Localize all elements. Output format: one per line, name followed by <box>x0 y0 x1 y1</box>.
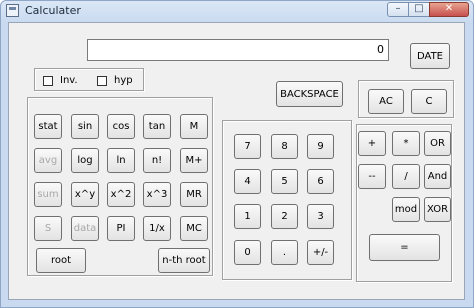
title-bar[interactable]: Calculater – □ ✕ <box>1 1 473 21</box>
stat-button[interactable]: stat <box>34 114 62 139</box>
xor-button[interactable]: XOR <box>424 197 451 222</box>
digit-5-button[interactable]: 5 <box>271 169 298 194</box>
memory-recall-button[interactable]: MR <box>180 182 208 207</box>
all-clear-button[interactable]: AC <box>368 89 404 114</box>
backspace-button[interactable]: BACKSPACE <box>276 81 343 107</box>
log-button[interactable]: log <box>71 148 99 173</box>
clear-button[interactable]: C <box>411 89 447 114</box>
calculator-body: 0 DATE Inv. hyp BACKSPACE AC C stat sin co… <box>8 22 465 300</box>
inv-checkbox-box[interactable] <box>43 75 53 86</box>
hyp-checkbox-label: hyp <box>114 75 133 86</box>
pi-button[interactable]: PI <box>107 216 135 241</box>
digit-4-button[interactable]: 4 <box>234 169 261 194</box>
divide-button[interactable]: / <box>392 164 420 189</box>
close-button[interactable]: ✕ <box>429 2 469 17</box>
maximize-button[interactable]: □ <box>408 2 430 17</box>
calculator-window: Calculater – □ ✕ 0 DATE Inv. hyp BACKSPA… <box>0 0 474 308</box>
mod-button[interactable]: mod <box>392 197 420 222</box>
or-button[interactable]: OR <box>424 131 451 156</box>
digit-2-button[interactable]: 2 <box>271 204 298 229</box>
reciprocal-button[interactable]: 1/x <box>143 216 171 241</box>
digit-7-button[interactable]: 7 <box>234 134 261 159</box>
digit-8-button[interactable]: 8 <box>271 134 298 159</box>
sign-toggle-button[interactable]: +/- <box>307 240 334 265</box>
data-button[interactable]: data <box>71 216 99 241</box>
plus-button[interactable]: + <box>358 131 386 156</box>
ln-button[interactable]: ln <box>107 148 135 173</box>
s-button[interactable]: S <box>34 216 62 241</box>
display-field[interactable]: 0 <box>87 39 389 61</box>
memory-plus-button[interactable]: M+ <box>180 148 208 173</box>
digit-0-button[interactable]: 0 <box>234 240 261 265</box>
inv-checkbox[interactable]: Inv. <box>43 75 78 86</box>
calculator-app-icon <box>6 4 19 17</box>
decimal-point-button[interactable]: . <box>271 240 298 265</box>
equals-button[interactable]: = <box>369 234 440 261</box>
hyp-checkbox-box[interactable] <box>97 75 107 86</box>
window-title: Calculater <box>25 4 81 17</box>
sum-button[interactable]: sum <box>34 182 62 207</box>
x-squared-button[interactable]: x^2 <box>107 182 135 207</box>
date-button[interactable]: DATE <box>410 43 450 69</box>
factorial-button[interactable]: n! <box>143 148 171 173</box>
tan-button[interactable]: tan <box>143 114 171 139</box>
memory-m-button[interactable]: M <box>180 114 208 139</box>
minus-button[interactable]: -- <box>358 164 386 189</box>
avg-button[interactable]: avg <box>34 148 62 173</box>
nth-root-button[interactable]: n-th root <box>158 248 210 273</box>
x-power-y-button[interactable]: x^y <box>71 182 99 207</box>
x-cubed-button[interactable]: x^3 <box>143 182 171 207</box>
digit-9-button[interactable]: 9 <box>307 134 334 159</box>
inv-checkbox-label: Inv. <box>60 75 78 86</box>
minimize-button[interactable]: – <box>387 2 409 17</box>
memory-clear-button[interactable]: MC <box>180 216 208 241</box>
sin-button[interactable]: sin <box>71 114 99 139</box>
cos-button[interactable]: cos <box>107 114 135 139</box>
digit-3-button[interactable]: 3 <box>307 204 334 229</box>
root-button[interactable]: root <box>36 248 86 273</box>
and-button[interactable]: And <box>424 164 451 189</box>
multiply-button[interactable]: * <box>392 131 420 156</box>
digit-1-button[interactable]: 1 <box>234 204 261 229</box>
digit-6-button[interactable]: 6 <box>307 169 334 194</box>
hyp-checkbox[interactable]: hyp <box>97 75 133 86</box>
